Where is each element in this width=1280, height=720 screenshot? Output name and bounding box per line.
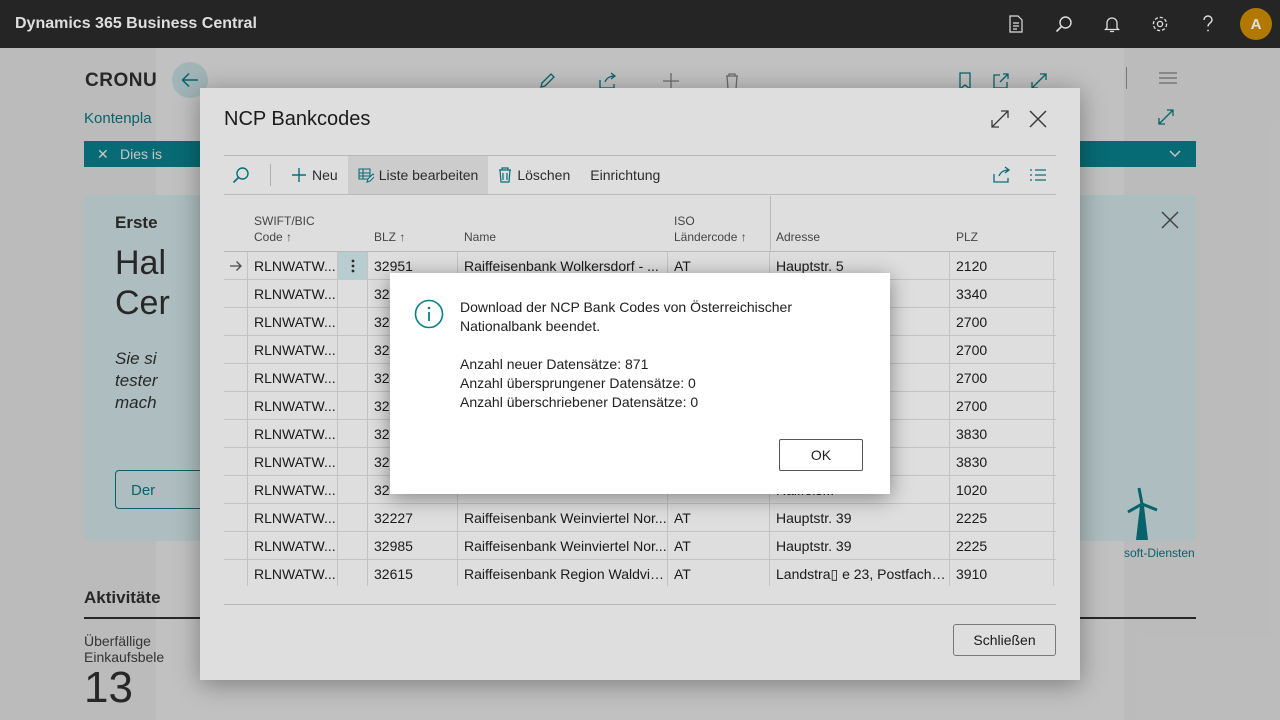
- message-line: Nationalbank beendet.: [460, 318, 601, 334]
- ok-button[interactable]: OK: [779, 439, 863, 471]
- message-line: Anzahl neuer Datensätze: 871: [460, 356, 649, 372]
- info-icon: [414, 299, 444, 329]
- message-dialog: Download der NCP Bank Codes von Österrei…: [390, 273, 890, 494]
- message-line: Anzahl übersprungener Datensätze: 0: [460, 375, 696, 391]
- message-text: Download der NCP Bank Codes von Österrei…: [460, 298, 860, 412]
- message-line: Anzahl überschriebener Datensätze: 0: [460, 394, 699, 410]
- message-line: Download der NCP Bank Codes von Österrei…: [460, 299, 793, 315]
